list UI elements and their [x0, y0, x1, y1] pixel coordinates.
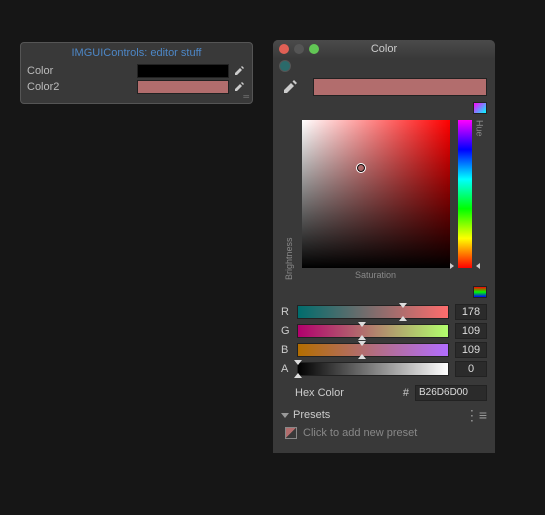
- saturation-value-field[interactable]: [302, 120, 450, 268]
- hue-axis-label: Hue: [475, 120, 485, 280]
- color2-swatch[interactable]: [137, 80, 229, 94]
- color-swatch[interactable]: [137, 64, 229, 78]
- a-value[interactable]: 0: [455, 361, 487, 377]
- color-mode-toggle-icon[interactable]: [473, 102, 487, 114]
- color2-label: Color2: [27, 81, 137, 93]
- picker-body: Brightness Saturation Hue R: [273, 58, 495, 453]
- preset-chip[interactable]: [285, 427, 297, 439]
- color-picker-window: Color Brightness Saturation: [273, 40, 495, 453]
- r-label: R: [281, 306, 291, 318]
- resize-grip-icon[interactable]: ═: [243, 92, 249, 101]
- presets-header[interactable]: Presets ⋮≡: [281, 409, 487, 421]
- window-title: Color: [273, 43, 495, 55]
- b-label: B: [281, 344, 291, 356]
- inspector-panel: IMGUIControls: editor stuff Color Color2…: [20, 42, 253, 104]
- hue-thumb-icon[interactable]: [454, 266, 476, 267]
- hex-input[interactable]: B26D6D00: [415, 385, 487, 401]
- titlebar[interactable]: Color: [273, 40, 495, 58]
- a-label: A: [281, 363, 291, 375]
- color-row: Color: [21, 63, 252, 79]
- a-slider[interactable]: [297, 362, 449, 376]
- eyedropper-icon[interactable]: [281, 78, 299, 96]
- hue-slider[interactable]: [458, 120, 472, 268]
- preset-hint[interactable]: Click to add new preset: [303, 427, 417, 439]
- eyedropper-icon[interactable]: [232, 64, 246, 78]
- color-label: Color: [27, 65, 137, 77]
- r-value[interactable]: 178: [455, 304, 487, 320]
- presets-row: Click to add new preset: [281, 425, 487, 443]
- presets-menu-icon[interactable]: ⋮≡: [465, 410, 487, 420]
- picker-mode-dot[interactable]: [279, 60, 291, 72]
- hex-label: Hex Color: [281, 387, 397, 399]
- presets-title: Presets: [293, 409, 465, 421]
- hex-hash: #: [403, 387, 409, 399]
- b-value[interactable]: 109: [455, 342, 487, 358]
- color2-row: Color2: [21, 79, 252, 95]
- saturation-axis-label: Saturation: [302, 270, 450, 280]
- g-value[interactable]: 109: [455, 323, 487, 339]
- b-slider[interactable]: [297, 343, 449, 357]
- inspector-title: IMGUIControls: editor stuff: [21, 43, 252, 63]
- sv-cursor-icon[interactable]: [357, 164, 365, 172]
- slider-mode-toggle-icon[interactable]: [473, 286, 487, 298]
- current-color-swatch[interactable]: [313, 78, 487, 96]
- brightness-axis-label: Brightness: [284, 120, 294, 280]
- g-slider[interactable]: [297, 324, 449, 338]
- r-slider[interactable]: [297, 305, 449, 319]
- foldout-icon[interactable]: [281, 413, 289, 418]
- g-label: G: [281, 325, 291, 337]
